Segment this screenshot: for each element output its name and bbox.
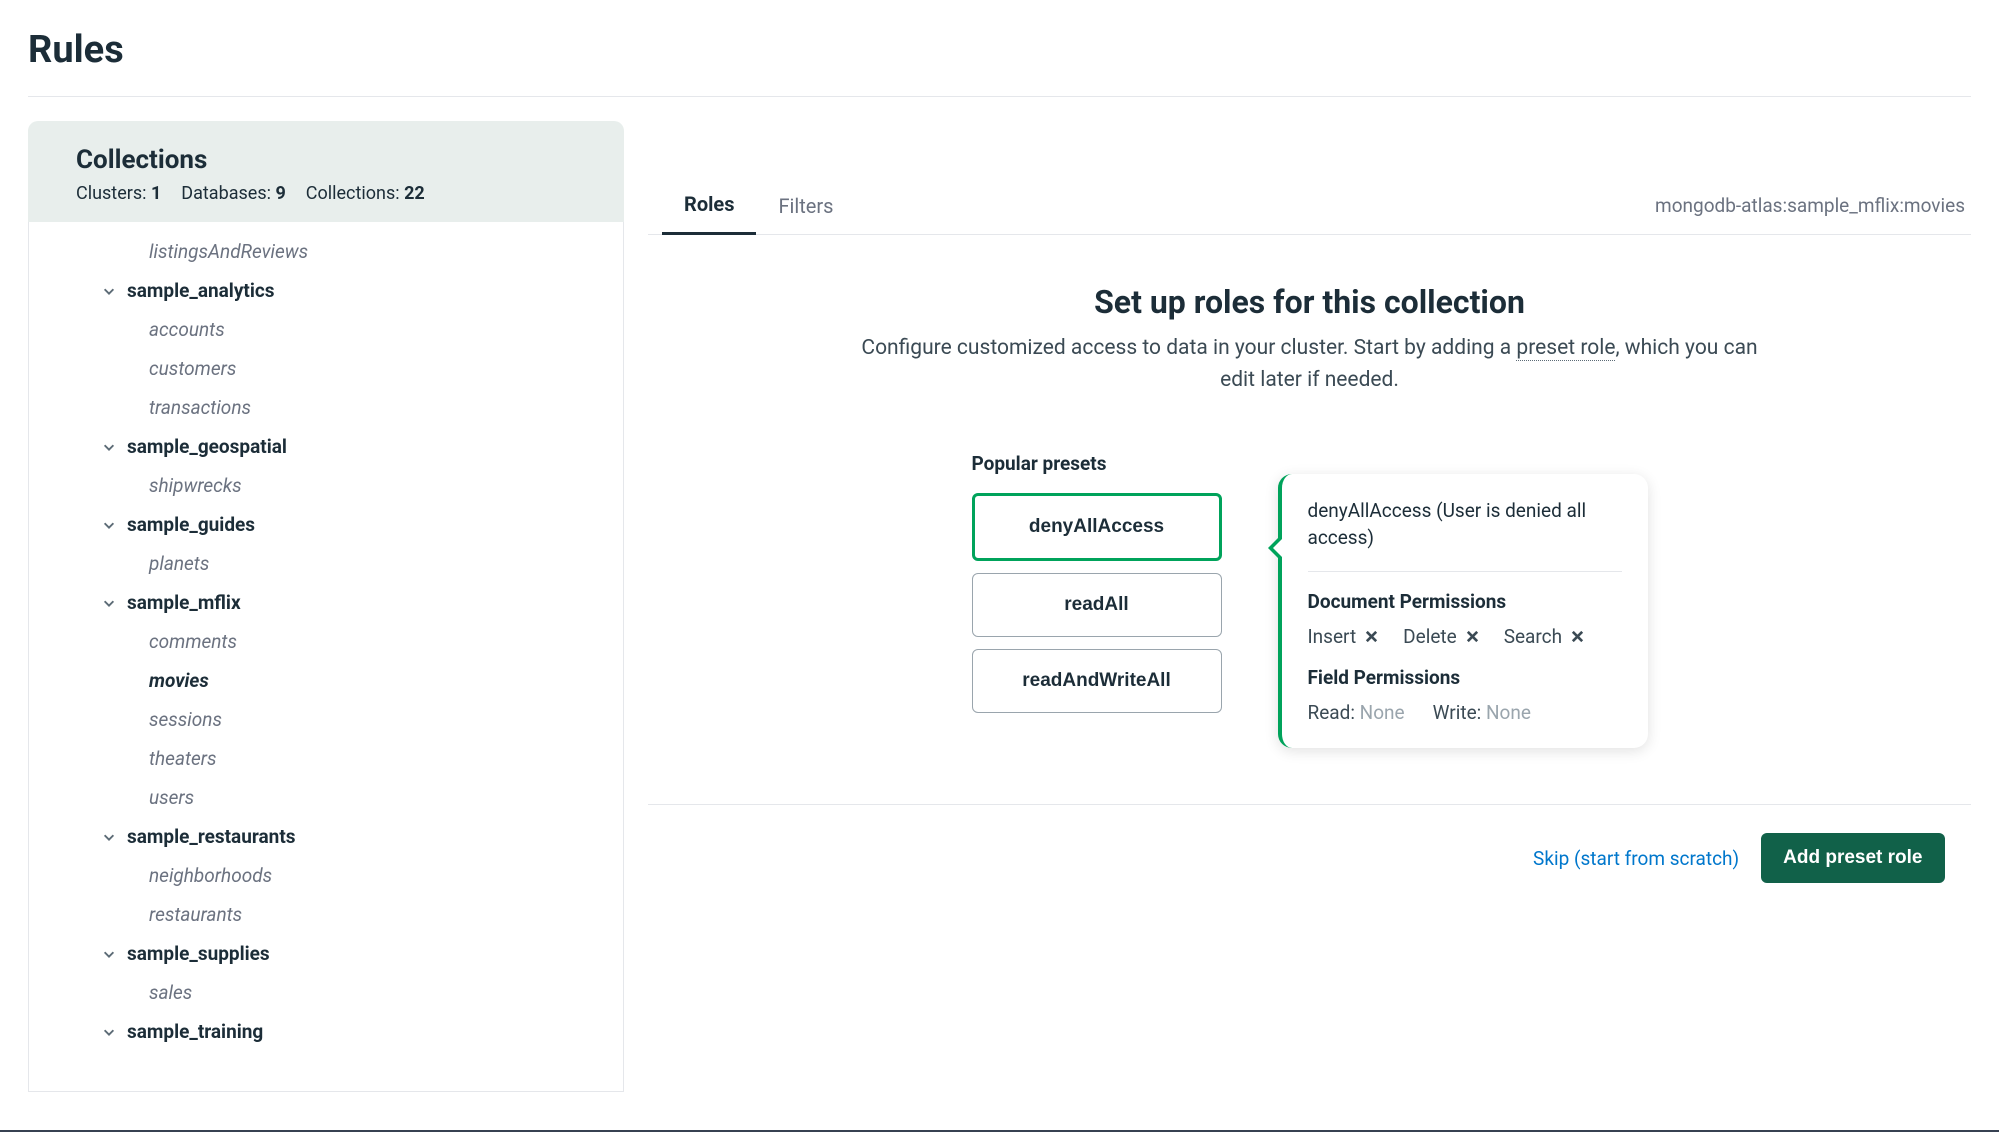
database-name: sample_restaurants	[127, 825, 296, 848]
tab-bar: Roles Filters mongodb-atlas:sample_mflix…	[648, 177, 1971, 235]
database-name: sample_mflix	[127, 591, 241, 614]
chevron-down-icon	[101, 946, 117, 962]
collection-item[interactable]: sessions	[29, 700, 623, 739]
page-title: Rules	[28, 28, 1971, 72]
database-item[interactable]: sample_supplies	[29, 934, 623, 973]
collection-item[interactable]: sales	[29, 973, 623, 1012]
collection-item[interactable]: movies	[29, 661, 623, 700]
sidebar-title: Collections	[76, 145, 596, 175]
field-write-label: Write	[1433, 701, 1477, 724]
document-permissions-row: Insert Delete Search	[1308, 625, 1622, 648]
database-item[interactable]: sample_geospatial	[29, 427, 623, 466]
collection-item[interactable]: theaters	[29, 739, 623, 778]
perm-insert: Insert	[1308, 625, 1380, 648]
field-write-value: None	[1486, 701, 1531, 724]
collection-item[interactable]: listingsAndReviews	[29, 232, 623, 271]
breadcrumb: mongodb-atlas:sample_mflix:movies	[1655, 194, 1971, 217]
collections-sidebar: Collections Clusters: 1 Databases: 9 Col…	[28, 121, 624, 1092]
database-name: sample_supplies	[127, 942, 270, 965]
databases-label: Databases:	[181, 183, 271, 204]
denied-icon	[1465, 629, 1480, 644]
preset-readandwriteall[interactable]: readAndWriteAll	[972, 649, 1222, 713]
collections-tree: listingsAndReviews sample_analyticsaccoun…	[28, 222, 624, 1092]
chevron-down-icon	[101, 283, 117, 299]
add-preset-role-button[interactable]: Add preset role	[1761, 833, 1944, 883]
database-item[interactable]: sample_guides	[29, 505, 623, 544]
preset-role-link[interactable]: preset role	[1516, 336, 1615, 361]
field-permissions-row: Read: None Write: None	[1308, 701, 1622, 724]
tab-filters[interactable]: Filters	[756, 180, 855, 234]
collection-item[interactable]: users	[29, 778, 623, 817]
setup-subtitle-pre: Configure customized access to data in y…	[861, 336, 1516, 360]
database-name: sample_guides	[127, 513, 255, 536]
main-panel: Roles Filters mongodb-atlas:sample_mflix…	[648, 121, 1971, 1092]
divider	[28, 96, 1971, 97]
database-name: sample_geospatial	[127, 435, 287, 458]
collection-item[interactable]: customers	[29, 349, 623, 388]
chevron-down-icon	[101, 517, 117, 533]
collections-label: Collections:	[306, 183, 400, 204]
perm-search-label: Search	[1504, 625, 1562, 648]
setup-title: Set up roles for this collection	[648, 283, 1971, 321]
presets-column: Popular presets denyAllAccess readAll re…	[972, 452, 1222, 725]
clusters-count: 1	[151, 183, 161, 204]
collection-item[interactable]: restaurants	[29, 895, 623, 934]
database-item[interactable]: sample_restaurants	[29, 817, 623, 856]
preset-denyallaccess[interactable]: denyAllAccess	[972, 493, 1222, 561]
setup-subtitle: Configure customized access to data in y…	[860, 333, 1760, 396]
field-permissions-title: Field Permissions	[1308, 666, 1622, 689]
databases-count: 9	[275, 183, 285, 204]
preset-readall[interactable]: readAll	[972, 573, 1222, 637]
chevron-down-icon	[101, 439, 117, 455]
field-read-value: None	[1360, 701, 1405, 724]
presets-heading: Popular presets	[972, 452, 1222, 475]
collection-item[interactable]: shipwrecks	[29, 466, 623, 505]
page-bottom-rule	[0, 1130, 1999, 1132]
field-read: Read: None	[1308, 701, 1405, 724]
sidebar-header: Collections Clusters: 1 Databases: 9 Col…	[28, 121, 624, 222]
skip-link[interactable]: Skip (start from scratch)	[1533, 847, 1739, 870]
field-read-label: Read	[1308, 701, 1351, 724]
preset-description: denyAllAccess (User is denied all access…	[1308, 498, 1622, 572]
field-write: Write: None	[1433, 701, 1531, 724]
collection-item[interactable]: comments	[29, 622, 623, 661]
denied-icon	[1364, 629, 1379, 644]
chevron-down-icon	[101, 595, 117, 611]
perm-search: Search	[1504, 625, 1585, 648]
actions-row: Skip (start from scratch) Add preset rol…	[675, 805, 1945, 883]
clusters-label: Clusters:	[76, 183, 147, 204]
document-permissions-title: Document Permissions	[1308, 590, 1622, 613]
denied-icon	[1570, 629, 1585, 644]
collections-count: 22	[404, 183, 425, 204]
database-name: sample_analytics	[127, 279, 275, 302]
database-name: sample_training	[127, 1020, 263, 1043]
collection-item[interactable]: planets	[29, 544, 623, 583]
perm-insert-label: Insert	[1308, 625, 1357, 648]
chevron-down-icon	[101, 829, 117, 845]
preset-detail-card: denyAllAccess (User is denied all access…	[1278, 474, 1648, 748]
database-item[interactable]: sample_mflix	[29, 583, 623, 622]
database-item[interactable]: sample_training	[29, 1012, 623, 1051]
tab-roles[interactable]: Roles	[662, 178, 756, 235]
sidebar-stats: Clusters: 1 Databases: 9 Collections: 22	[76, 183, 596, 204]
collection-item[interactable]: neighborhoods	[29, 856, 623, 895]
database-item[interactable]: sample_analytics	[29, 271, 623, 310]
perm-delete-label: Delete	[1403, 625, 1457, 648]
collection-item[interactable]: transactions	[29, 388, 623, 427]
chevron-down-icon	[101, 1024, 117, 1040]
collection-item[interactable]: accounts	[29, 310, 623, 349]
perm-delete: Delete	[1403, 625, 1480, 648]
